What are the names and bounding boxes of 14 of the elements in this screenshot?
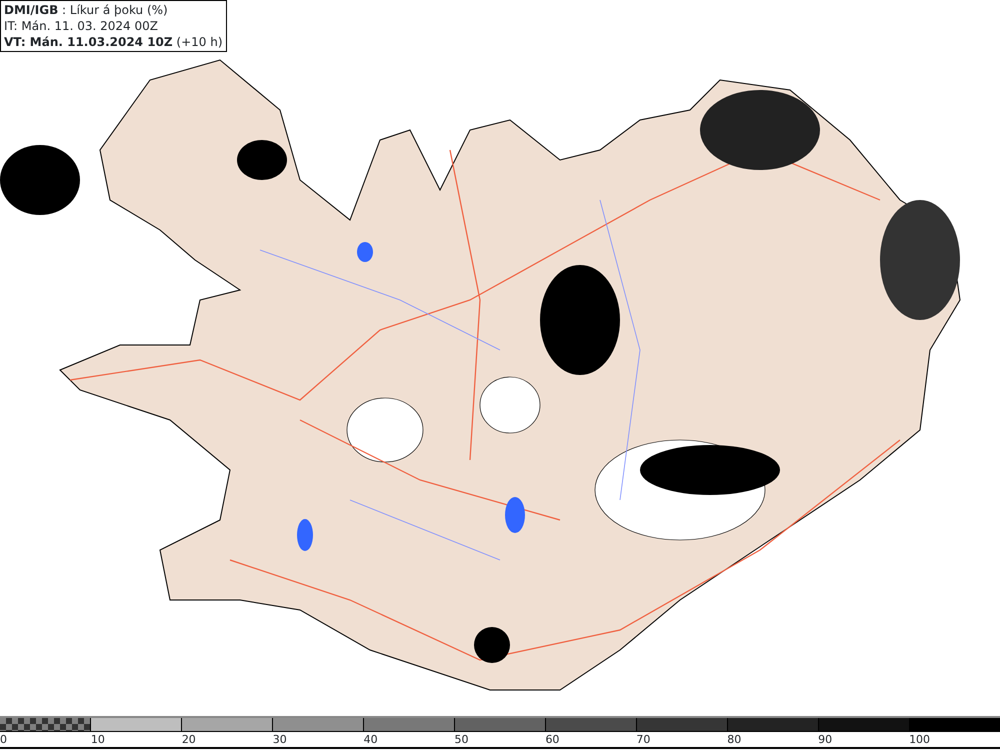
- legend-label: 60: [545, 733, 560, 746]
- legend-label: 10: [90, 733, 105, 746]
- legend-label: 100: [909, 733, 930, 746]
- legend-label: 0: [0, 733, 7, 746]
- legend-label: 90: [818, 733, 832, 746]
- valid-time-text: VT: Mán. 11.03.2024 10Z (+10 h): [4, 34, 223, 50]
- legend-label: 80: [727, 733, 742, 746]
- map-title: DMI/IGB : Líkur á þoku (%): [4, 2, 169, 18]
- legend-label: 70: [636, 733, 650, 746]
- legend-label: 40: [364, 733, 378, 746]
- init-time-text: IT: Mán. 11. 03. 2024 00Z: [4, 18, 159, 34]
- legend-label: 30: [272, 733, 287, 746]
- legend-label: 20: [182, 733, 196, 746]
- legend-label: 50: [454, 733, 469, 746]
